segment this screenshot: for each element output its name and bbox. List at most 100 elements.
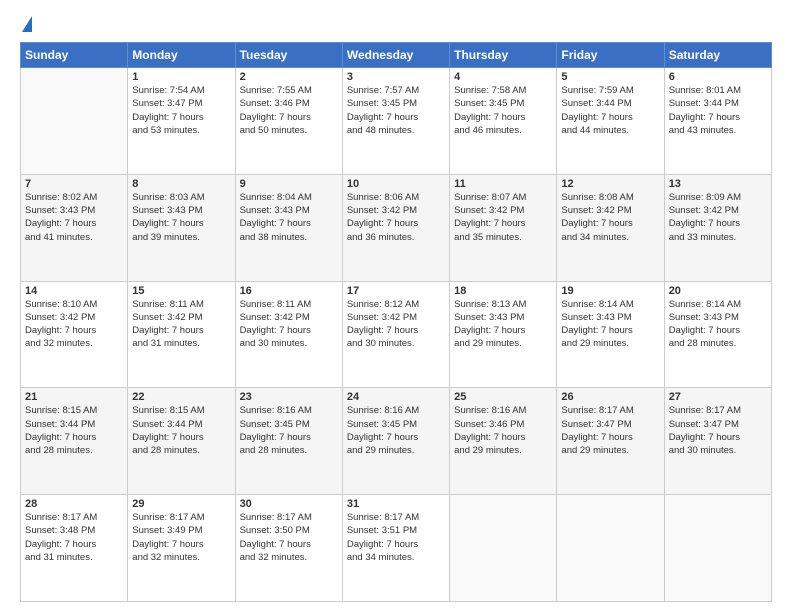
day-number: 11 [454,178,552,190]
day-number: 30 [240,498,338,510]
day-number: 8 [132,178,230,190]
day-info: Sunrise: 8:04 AM Sunset: 3:43 PM Dayligh… [240,191,338,244]
calendar-day-cell: 14Sunrise: 8:10 AM Sunset: 3:42 PM Dayli… [21,281,128,388]
calendar-day-cell: 6Sunrise: 8:01 AM Sunset: 3:44 PM Daylig… [664,68,771,175]
day-number: 9 [240,178,338,190]
calendar-day-cell: 2Sunrise: 7:55 AM Sunset: 3:46 PM Daylig… [235,68,342,175]
day-info: Sunrise: 8:12 AM Sunset: 3:42 PM Dayligh… [347,298,445,351]
day-info: Sunrise: 8:17 AM Sunset: 3:48 PM Dayligh… [25,511,123,564]
calendar-day-cell [450,495,557,602]
day-info: Sunrise: 8:02 AM Sunset: 3:43 PM Dayligh… [25,191,123,244]
day-info: Sunrise: 8:17 AM Sunset: 3:50 PM Dayligh… [240,511,338,564]
day-number: 14 [25,285,123,297]
day-info: Sunrise: 8:16 AM Sunset: 3:45 PM Dayligh… [240,404,338,457]
calendar-day-cell: 21Sunrise: 8:15 AM Sunset: 3:44 PM Dayli… [21,388,128,495]
day-number: 19 [561,285,659,297]
day-info: Sunrise: 8:16 AM Sunset: 3:45 PM Dayligh… [347,404,445,457]
calendar-day-cell: 28Sunrise: 8:17 AM Sunset: 3:48 PM Dayli… [21,495,128,602]
day-number: 6 [669,71,767,83]
day-info: Sunrise: 7:59 AM Sunset: 3:44 PM Dayligh… [561,84,659,137]
calendar-day-cell: 13Sunrise: 8:09 AM Sunset: 3:42 PM Dayli… [664,174,771,281]
day-info: Sunrise: 7:55 AM Sunset: 3:46 PM Dayligh… [240,84,338,137]
day-number: 12 [561,178,659,190]
calendar-day-cell: 8Sunrise: 8:03 AM Sunset: 3:43 PM Daylig… [128,174,235,281]
calendar-day-cell: 17Sunrise: 8:12 AM Sunset: 3:42 PM Dayli… [342,281,449,388]
day-number: 4 [454,71,552,83]
calendar-week-row: 21Sunrise: 8:15 AM Sunset: 3:44 PM Dayli… [21,388,772,495]
calendar-day-cell: 4Sunrise: 7:58 AM Sunset: 3:45 PM Daylig… [450,68,557,175]
calendar-day-cell: 15Sunrise: 8:11 AM Sunset: 3:42 PM Dayli… [128,281,235,388]
calendar-header-cell: Tuesday [235,43,342,68]
day-number: 18 [454,285,552,297]
calendar-day-cell [557,495,664,602]
calendar-day-cell [664,495,771,602]
calendar-day-cell: 22Sunrise: 8:15 AM Sunset: 3:44 PM Dayli… [128,388,235,495]
calendar-day-cell: 5Sunrise: 7:59 AM Sunset: 3:44 PM Daylig… [557,68,664,175]
day-info: Sunrise: 7:57 AM Sunset: 3:45 PM Dayligh… [347,84,445,137]
calendar-header-cell: Friday [557,43,664,68]
calendar-header-cell: Monday [128,43,235,68]
day-info: Sunrise: 7:58 AM Sunset: 3:45 PM Dayligh… [454,84,552,137]
calendar-day-cell: 12Sunrise: 8:08 AM Sunset: 3:42 PM Dayli… [557,174,664,281]
header [20,18,772,34]
day-number: 15 [132,285,230,297]
calendar-day-cell: 19Sunrise: 8:14 AM Sunset: 3:43 PM Dayli… [557,281,664,388]
day-number: 24 [347,391,445,403]
day-info: Sunrise: 7:54 AM Sunset: 3:47 PM Dayligh… [132,84,230,137]
day-number: 22 [132,391,230,403]
calendar-day-cell: 11Sunrise: 8:07 AM Sunset: 3:42 PM Dayli… [450,174,557,281]
day-number: 29 [132,498,230,510]
day-info: Sunrise: 8:17 AM Sunset: 3:51 PM Dayligh… [347,511,445,564]
logo [20,18,32,34]
day-number: 17 [347,285,445,297]
calendar: SundayMondayTuesdayWednesdayThursdayFrid… [20,42,772,602]
day-info: Sunrise: 8:03 AM Sunset: 3:43 PM Dayligh… [132,191,230,244]
calendar-header-row: SundayMondayTuesdayWednesdayThursdayFrid… [21,43,772,68]
day-info: Sunrise: 8:17 AM Sunset: 3:47 PM Dayligh… [669,404,767,457]
calendar-body: 1Sunrise: 7:54 AM Sunset: 3:47 PM Daylig… [21,68,772,602]
calendar-day-cell: 10Sunrise: 8:06 AM Sunset: 3:42 PM Dayli… [342,174,449,281]
calendar-day-cell: 20Sunrise: 8:14 AM Sunset: 3:43 PM Dayli… [664,281,771,388]
calendar-day-cell: 3Sunrise: 7:57 AM Sunset: 3:45 PM Daylig… [342,68,449,175]
day-number: 26 [561,391,659,403]
calendar-day-cell: 23Sunrise: 8:16 AM Sunset: 3:45 PM Dayli… [235,388,342,495]
calendar-header-cell: Thursday [450,43,557,68]
day-info: Sunrise: 8:07 AM Sunset: 3:42 PM Dayligh… [454,191,552,244]
logo-triangle-icon [22,16,32,32]
calendar-day-cell: 18Sunrise: 8:13 AM Sunset: 3:43 PM Dayli… [450,281,557,388]
day-info: Sunrise: 8:08 AM Sunset: 3:42 PM Dayligh… [561,191,659,244]
day-info: Sunrise: 8:15 AM Sunset: 3:44 PM Dayligh… [25,404,123,457]
day-number: 1 [132,71,230,83]
day-number: 31 [347,498,445,510]
day-info: Sunrise: 8:16 AM Sunset: 3:46 PM Dayligh… [454,404,552,457]
calendar-day-cell: 7Sunrise: 8:02 AM Sunset: 3:43 PM Daylig… [21,174,128,281]
calendar-day-cell: 27Sunrise: 8:17 AM Sunset: 3:47 PM Dayli… [664,388,771,495]
day-number: 25 [454,391,552,403]
day-info: Sunrise: 8:17 AM Sunset: 3:49 PM Dayligh… [132,511,230,564]
day-number: 20 [669,285,767,297]
day-number: 21 [25,391,123,403]
calendar-day-cell: 1Sunrise: 7:54 AM Sunset: 3:47 PM Daylig… [128,68,235,175]
calendar-day-cell: 30Sunrise: 8:17 AM Sunset: 3:50 PM Dayli… [235,495,342,602]
day-number: 27 [669,391,767,403]
day-info: Sunrise: 8:11 AM Sunset: 3:42 PM Dayligh… [240,298,338,351]
calendar-day-cell: 16Sunrise: 8:11 AM Sunset: 3:42 PM Dayli… [235,281,342,388]
page: SundayMondayTuesdayWednesdayThursdayFrid… [0,0,792,612]
calendar-week-row: 14Sunrise: 8:10 AM Sunset: 3:42 PM Dayli… [21,281,772,388]
calendar-week-row: 7Sunrise: 8:02 AM Sunset: 3:43 PM Daylig… [21,174,772,281]
calendar-header-cell: Sunday [21,43,128,68]
day-number: 3 [347,71,445,83]
day-number: 16 [240,285,338,297]
day-info: Sunrise: 8:14 AM Sunset: 3:43 PM Dayligh… [561,298,659,351]
calendar-day-cell: 29Sunrise: 8:17 AM Sunset: 3:49 PM Dayli… [128,495,235,602]
calendar-day-cell: 26Sunrise: 8:17 AM Sunset: 3:47 PM Dayli… [557,388,664,495]
calendar-day-cell: 25Sunrise: 8:16 AM Sunset: 3:46 PM Dayli… [450,388,557,495]
day-info: Sunrise: 8:15 AM Sunset: 3:44 PM Dayligh… [132,404,230,457]
day-info: Sunrise: 8:14 AM Sunset: 3:43 PM Dayligh… [669,298,767,351]
day-info: Sunrise: 8:13 AM Sunset: 3:43 PM Dayligh… [454,298,552,351]
day-info: Sunrise: 8:01 AM Sunset: 3:44 PM Dayligh… [669,84,767,137]
calendar-day-cell [21,68,128,175]
day-number: 5 [561,71,659,83]
calendar-day-cell: 24Sunrise: 8:16 AM Sunset: 3:45 PM Dayli… [342,388,449,495]
day-info: Sunrise: 8:17 AM Sunset: 3:47 PM Dayligh… [561,404,659,457]
